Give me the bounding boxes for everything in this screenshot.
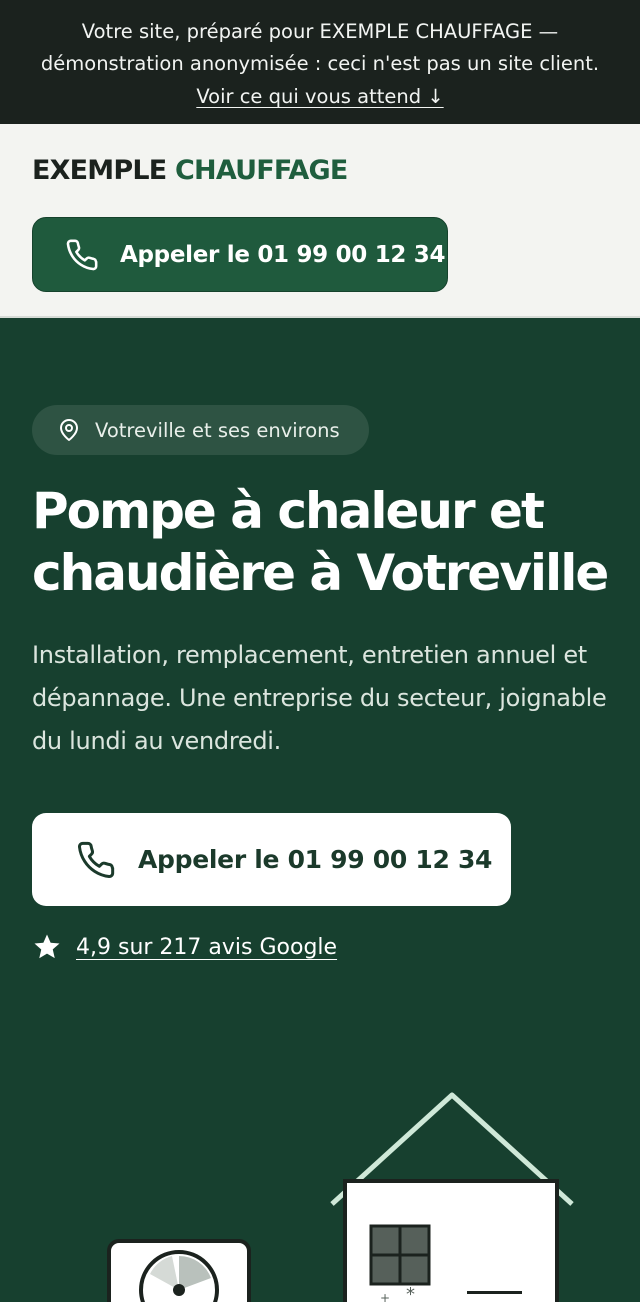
banner-line-2: démonstration anonymisée : ceci n'est pa… bbox=[40, 52, 600, 75]
demo-banner: Votre site, préparé pour EXEMPLE CHAUFFA… bbox=[0, 0, 640, 124]
location-pill: Votreville et ses environs bbox=[32, 405, 369, 455]
logo[interactable]: EXEMPLE CHAUFFAGE bbox=[32, 154, 608, 188]
hero-call-label: Appeler le 01 99 00 12 34 bbox=[138, 845, 493, 874]
reviews-row: 4,9 sur 217 avis Google bbox=[32, 932, 337, 962]
hero-section: Votreville et ses environs Pompe à chale… bbox=[0, 318, 640, 1302]
svg-text:+: + bbox=[380, 1291, 390, 1302]
phone-icon bbox=[78, 841, 115, 878]
site-header: EXEMPLE CHAUFFAGE Appeler le 01 99 00 12… bbox=[0, 124, 640, 318]
svg-text:*: * bbox=[406, 1284, 415, 1302]
banner-link[interactable]: Voir ce qui vous attend ↓ bbox=[196, 81, 443, 113]
phone-icon bbox=[66, 239, 98, 270]
hero-title: Pompe à chaleur et chaudière à Votrevill… bbox=[32, 482, 609, 602]
star-icon bbox=[34, 934, 60, 959]
header-call-button[interactable]: Appeler le 01 99 00 12 34 bbox=[32, 217, 448, 292]
logo-part-1: EXEMPLE bbox=[32, 155, 167, 186]
banner-line-1: Votre site, préparé pour EXEMPLE CHAUFFA… bbox=[81, 20, 559, 43]
location-pin-icon bbox=[60, 419, 78, 441]
hero-lead: Installation, remplacement, entretien an… bbox=[32, 641, 607, 755]
hero-call-button[interactable]: Appeler le 01 99 00 12 34 bbox=[32, 813, 511, 906]
house-heatpump-illustration: + * bbox=[107, 1092, 574, 1302]
logo-part-2: CHAUFFAGE bbox=[175, 155, 348, 186]
location-text: Votreville et ses environs bbox=[95, 418, 340, 442]
header-call-label: Appeler le 01 99 00 12 34 bbox=[120, 241, 446, 268]
reviews-link[interactable]: 4,9 sur 217 avis Google bbox=[76, 935, 337, 960]
